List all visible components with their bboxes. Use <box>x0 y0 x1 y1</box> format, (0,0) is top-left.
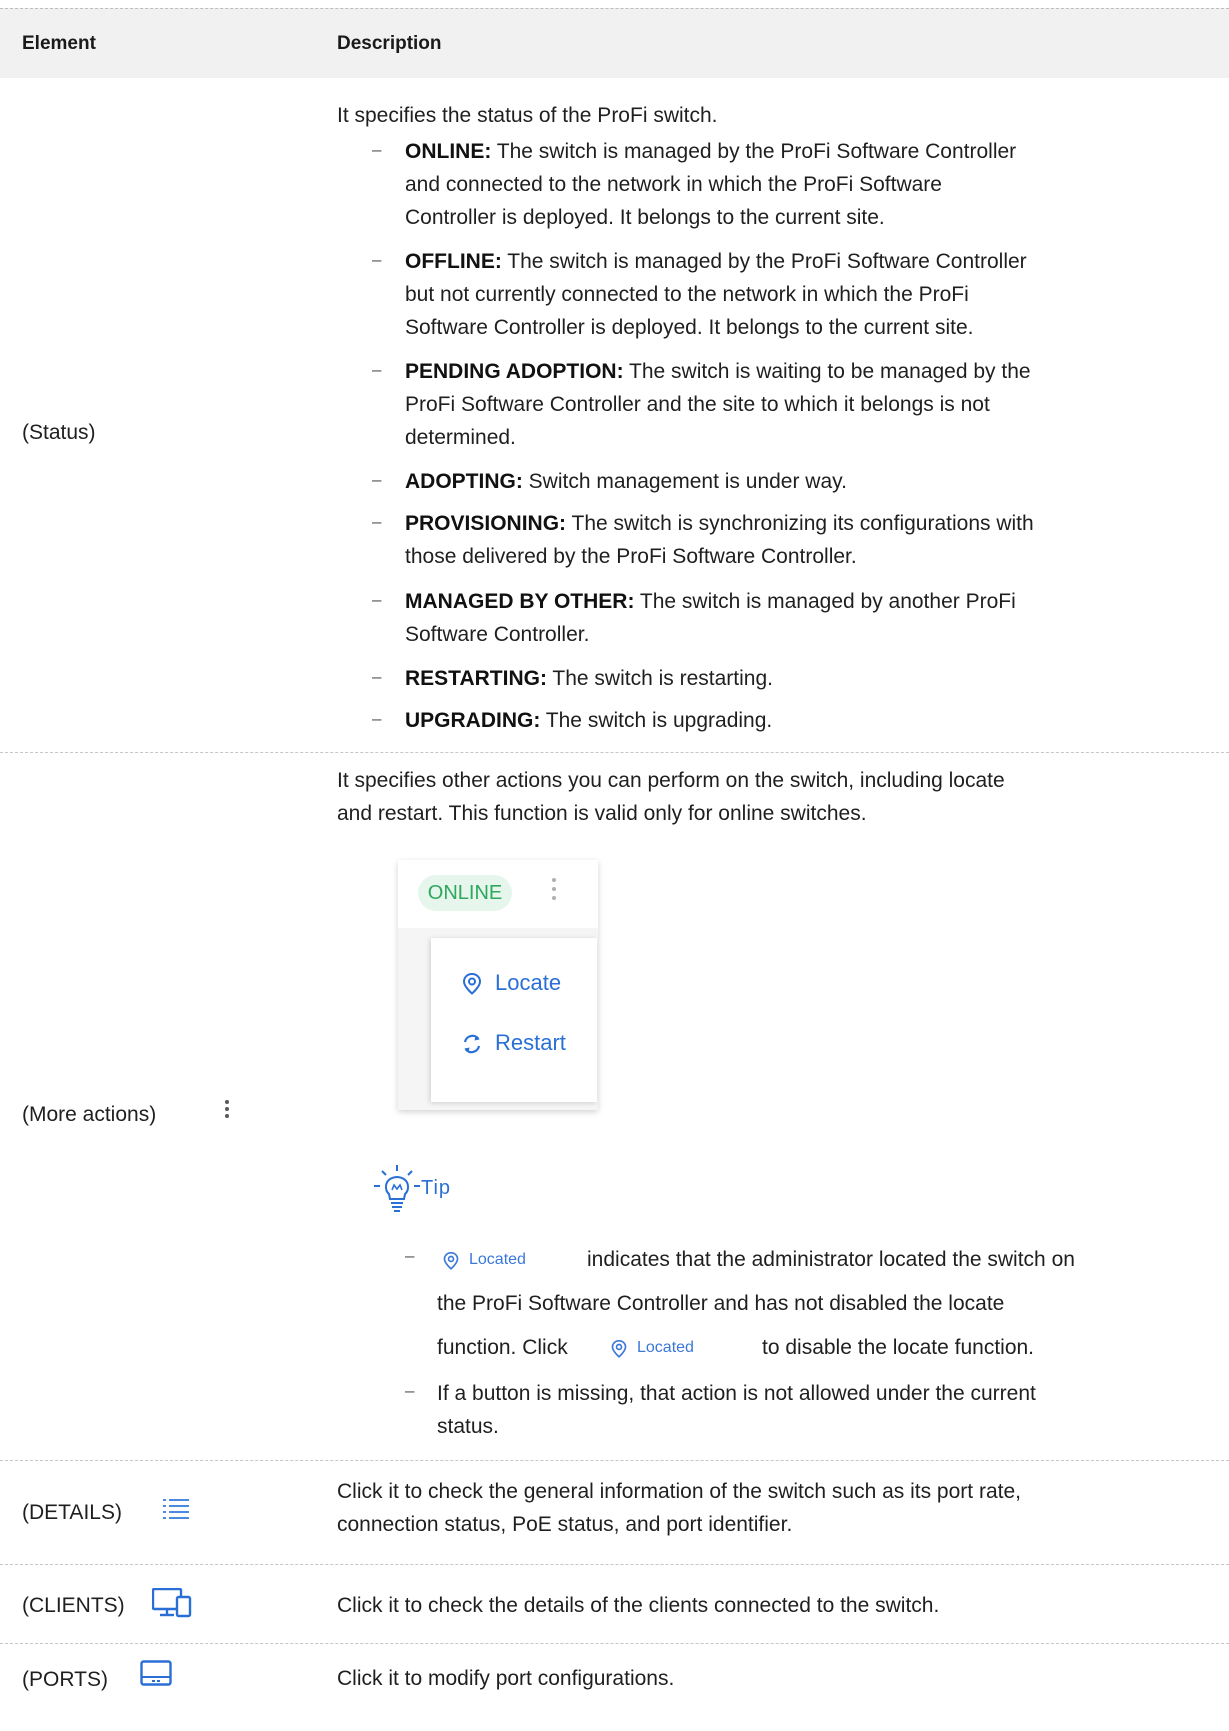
bullet-dash: – <box>372 250 382 269</box>
bullet-dash: – <box>372 140 382 159</box>
status-online-line2: and connected to the network in which th… <box>405 173 942 196</box>
location-pin-icon <box>462 972 482 995</box>
status-online-line3: Controller is deployed. It belongs to th… <box>405 206 885 229</box>
details-description-line2: connection status, PoE status, and port … <box>337 1513 793 1536</box>
bullet-dash: – <box>372 590 382 609</box>
status-offline-line2: but not currently connected to the netwo… <box>405 283 969 306</box>
status-pending-line3: determined. <box>405 426 516 449</box>
document-page: Element Description (Status) It specifie… <box>0 0 1229 1731</box>
online-status-pill: ONLINE <box>418 875 512 911</box>
status-element-label: (Status) <box>22 421 96 444</box>
ports-description-line1: Click it to modify port configurations. <box>337 1667 675 1690</box>
lightbulb-icon <box>374 1165 420 1212</box>
more-actions-menu: Locate Restart <box>431 938 597 1102</box>
more-actions-screenshot: ONLINE Locate Restart <box>398 860 598 1110</box>
row-divider <box>0 1460 1229 1461</box>
more-actions-intro-line2: and restart. This function is valid only… <box>337 802 867 825</box>
bullet-dash: – <box>405 1246 415 1265</box>
details-element-label: (DETAILS) <box>22 1501 122 1524</box>
tip-bullet1-line2: the ProFi Software Controller and has no… <box>437 1292 1005 1315</box>
status-offline-line1: OFFLINE: The switch is managed by the Pr… <box>405 250 1027 273</box>
clients-element-label: (CLIENTS) <box>22 1594 125 1617</box>
more-actions-intro-line1: It specifies other actions you can perfo… <box>337 769 1005 792</box>
bullet-dash: – <box>372 360 382 379</box>
tip-bullet1-line3a: function. Click <box>437 1336 568 1359</box>
tip-bullet2-line1: If a button is missing, that action is n… <box>437 1382 1036 1405</box>
details-description-line1: Click it to check the general informatio… <box>337 1480 1021 1503</box>
tip-title: Tip <box>421 1177 452 1199</box>
bullet-dash: – <box>372 470 382 489</box>
bullet-dash: – <box>372 512 382 531</box>
more-vertical-icon <box>550 878 558 908</box>
screenshot-status-row: ONLINE <box>398 860 598 929</box>
status-offline-line3: Software Controller is deployed. It belo… <box>405 316 974 339</box>
tip-bullet2-line2: status. <box>437 1415 499 1438</box>
bullet-dash: – <box>372 709 382 728</box>
header-description: Description <box>337 33 442 54</box>
bullet-dash: – <box>405 1381 415 1400</box>
row-divider <box>0 1643 1229 1644</box>
tip-bullet1-line3b: to disable the locate function. <box>762 1336 1035 1359</box>
more-actions-element-label: (More actions) <box>22 1103 157 1126</box>
location-pin-icon <box>611 1339 627 1358</box>
status-adopting-line1: ADOPTING: Switch management is under way… <box>405 470 847 493</box>
status-upgrading-line1: UPGRADING: The switch is upgrading. <box>405 709 773 732</box>
status-restarting-line1: RESTARTING: The switch is restarting. <box>405 667 773 690</box>
tip-bullet1-line1: indicates that the administrator located… <box>587 1248 1075 1271</box>
devices-icon <box>152 1588 192 1618</box>
status-pending-line2: ProFi Software Controller and the site t… <box>405 393 990 416</box>
bullet-dash: – <box>372 667 382 686</box>
status-provisioning-line1: PROVISIONING: The switch is synchronizin… <box>405 512 1034 535</box>
refresh-icon <box>463 1034 481 1054</box>
status-provisioning-line2: those delivered by the ProFi Software Co… <box>405 545 857 568</box>
table-header: Element Description <box>0 8 1229 78</box>
status-pending-line1: PENDING ADOPTION: The switch is waiting … <box>405 360 1031 383</box>
row-divider <box>0 1564 1229 1565</box>
status-intro: It specifies the status of the ProFi swi… <box>337 104 718 127</box>
clients-description-line1: Click it to check the details of the cli… <box>337 1594 940 1617</box>
list-icon <box>163 1499 189 1519</box>
row-divider <box>0 752 1229 753</box>
more-vertical-icon <box>224 1100 230 1124</box>
status-managed-line2: Software Controller. <box>405 623 590 646</box>
status-managed-line1: MANAGED BY OTHER: The switch is managed … <box>405 590 1016 613</box>
switch-device-icon <box>140 1660 172 1686</box>
status-online-line1: ONLINE: The switch is managed by the Pro… <box>405 140 1017 163</box>
ports-element-label: (PORTS) <box>22 1668 108 1691</box>
location-pin-icon <box>443 1251 459 1270</box>
header-element: Element <box>22 33 96 54</box>
